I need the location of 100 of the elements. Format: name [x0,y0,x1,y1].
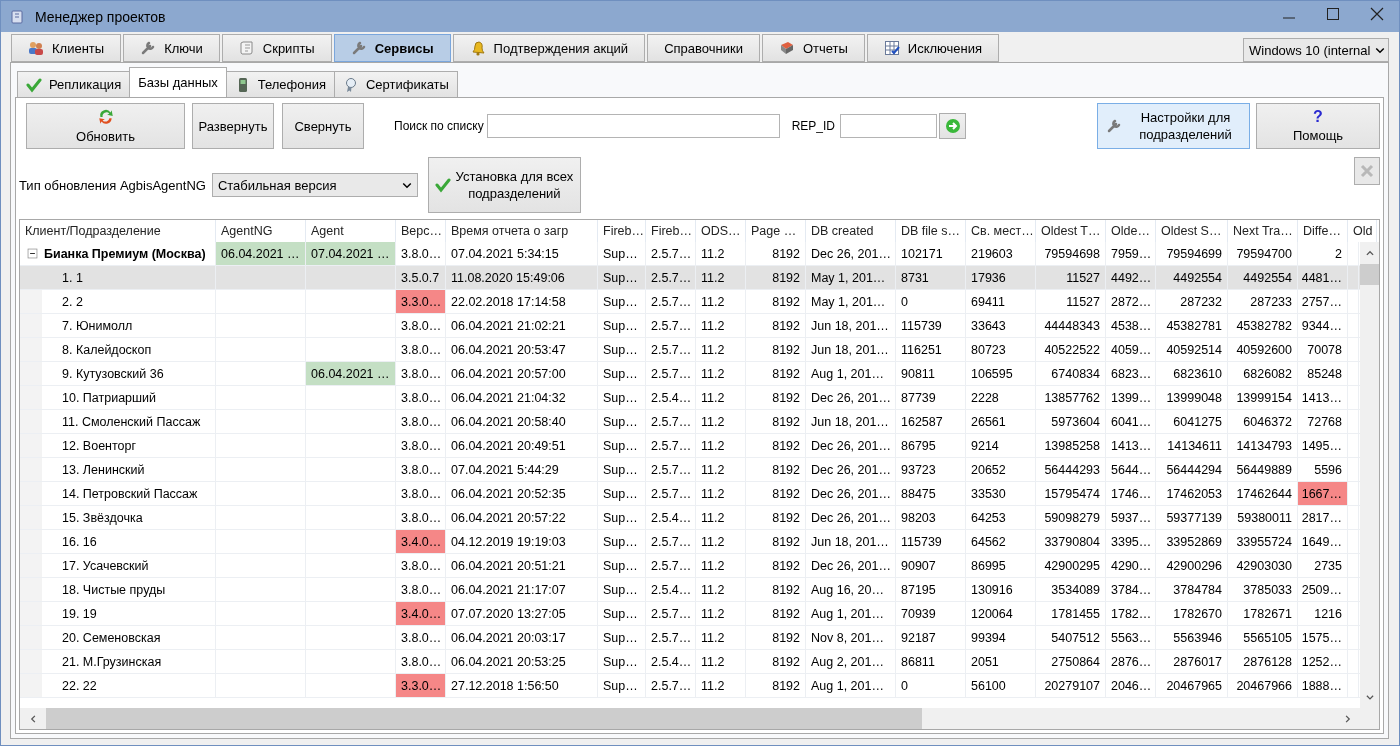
table-cell: Dec 26, 201… [806,482,896,505]
table-row[interactable]: 17. Усачевский 3.8.0… 06.04.2021 20:51:21 Sup… 2.5.7… 11.2 8192 Dec 26, 201… 90907 86995 42900295 4290… 42900296 42903030 2735 [20,554,1360,578]
table-cell: 3.3.0… [396,674,446,697]
rep-id-field[interactable] [840,114,938,138]
table-cell: 1399… [1106,386,1156,409]
vertical-scrollbar[interactable] [1360,242,1379,708]
table-cell: 5563… [1106,626,1156,649]
tab[interactable]: Отчеты [761,34,865,62]
table-cell: 79594700 [1228,242,1298,265]
horizontal-scrollbar[interactable] [20,708,1379,729]
table-row[interactable]: 11. Смоленский Пассаж 3.8.0… 06.04.2021 20:58:40 Sup… 2.5.7… 11.2 8192 Jun 18, 201… 162587 26561 5973604 6041… 6041275 6046372 72768 [20,410,1360,434]
table-row[interactable]: 20. Семеновская 3.8.0… 06.04.2021 20:03:17 Sup… 2.5.7… 11.2 8192 Nov 8, 201… 92187 99394 5407512 5563… 5563946 5565105 1575… [20,626,1360,650]
table-cell: 2.5.7… [646,410,696,433]
close-icon[interactable] [1369,5,1385,22]
table-cell: 4290… [1106,554,1156,577]
table-cell: 8192 [746,506,806,529]
system-dropdown[interactable]: Windows 10 (internal [1243,38,1389,62]
wrench-icon [140,40,157,56]
table-cell: 2.5.7… [646,338,696,361]
tab[interactable]: Скрипты [221,34,332,62]
search-field[interactable] [486,114,780,138]
table-row[interactable]: 19. 19 3.4.0… 07.07.2020 13:27:05 Sup… 2.5.7… 11.2 8192 Aug 1, 201… 70939 120064 1781455 1782… 1782670 1782671 1216 [20,602,1360,626]
table-cell: 2051 [966,650,1036,673]
install-all-button[interactable]: Установка для всех подразделений [427,157,581,213]
table-row[interactable]: 1. 1 3.5.0.7 11.08.2020 15:49:06 Sup… 2.5.7… 11.2 8192 May 1, 201… 8731 17936 11527 4492… 4492554 4492554 4481… [20,266,1360,290]
table-cell: 3.4.0… [396,530,446,553]
table-row[interactable]: 18. Чистые пруды 3.8.0… 06.04.2021 21:17:07 Sup… 2.5.4… 11.2 8192 Aug 16, 20… 87195 130916 3534089 3784… 3784784 3785033 2509… [20,578,1360,602]
table-cell: 3.8.0… [396,386,446,409]
table-cell: 8192 [746,242,806,265]
table-cell: 2.5.4… [646,506,696,529]
table-cell: 79594698 [1036,242,1106,265]
table-row[interactable]: 21. М.Грузинская 3.8.0… 06.04.2021 20:53:25 Sup… 2.5.4… 11.2 8192 Aug 2, 201… 86811 2051 2750864 2876… 2876017 2876128 1252… [20,650,1360,674]
tab[interactable]: Базы данных [129,67,227,97]
table-cell: 70939 [896,602,966,625]
unit-name: 7. Юнимолл [20,314,216,337]
table-cell: 6046372 [1228,410,1298,433]
table-cell: 8192 [746,458,806,481]
table-row[interactable]: 2. 2 3.3.0… 22.02.2018 17:14:58 Sup… 2.5.7… 11.2 8192 May 1, 201… 0 69411 11527 2872… 287232 287233 2757… [20,290,1360,314]
table-row[interactable]: 14. Петровский Пассаж 3.8.0… 06.04.2021 20:52:35 Sup… 2.5.7… 11.2 8192 Dec 26, 201… 88475 33530 15795474 1746… 17462053 17462644 1667… [20,482,1360,506]
tab[interactable]: Телефония [225,71,335,97]
table-cell: 1413… [1106,434,1156,457]
tab[interactable]: Репликация [17,71,131,97]
help-icon: ? [1313,109,1323,125]
table-cell: 2046… [1106,674,1156,697]
tab[interactable]: Справочники [647,34,760,62]
scrollbar-thumb[interactable] [46,708,922,729]
table-row[interactable]: 15. Звёздочка 3.8.0… 06.04.2021 20:57:22 Sup… 2.5.4… 11.2 8192 Dec 26, 201… 98203 64253 59098279 5937… 59377139 59380011 2817… [20,506,1360,530]
tree-toggle-icon[interactable] [27,248,38,259]
table-cell: 1782671 [1228,602,1298,625]
table-cell: 8731 [896,266,966,289]
table-cell: 2509… [1298,578,1348,601]
unit-settings-button[interactable]: Настройки для подразделений [1097,103,1250,149]
table-row[interactable]: 12. Военторг 3.8.0… 06.04.2021 20:49:51 Sup… 2.5.7… 11.2 8192 Dec 26, 201… 86795 9214 13985258 1413… 14134611 14134793 1495… [20,434,1360,458]
wrench-icon [350,40,367,56]
table-cell: 11.2 [696,314,746,337]
scrollbar-thumb[interactable] [1360,264,1379,285]
tab[interactable]: Ключи [123,34,220,62]
table-row[interactable]: 9. Кутузовский 36 06.04.2021 … 3.8.0… 06.04.2021 20:57:00 Sup… 2.5.7… 11.2 8192 Aug 1, 201… 90811 106595 6740834 6823… 6823610 6826082 85248 [20,362,1360,386]
table-cell: 42900295 [1036,554,1106,577]
table-cell: 33952869 [1156,530,1228,553]
table-cell: 5644… [1106,458,1156,481]
table-cell: 2 [1298,242,1348,265]
table-cell: Sup… [598,242,646,265]
tab[interactable]: Исключения [866,34,1000,62]
table-row[interactable]: 13. Ленинский 3.8.0… 07.04.2021 5:44:29 Sup… 2.5.7… 11.2 8192 Dec 26, 201… 93723 20652 56444293 5644… 56444294 56449889 5596 [20,458,1360,482]
table-cell: 11.2 [696,242,746,265]
table-cell: 8192 [746,650,806,673]
table-cell: 3.8.0… [396,626,446,649]
table-cell: 1649… [1298,530,1348,553]
table-cell: 2.5.7… [646,482,696,505]
table-cell: 2.5.4… [646,386,696,409]
table-row[interactable]: 16. 16 3.4.0… 04.12.2019 19:19:03 Sup… 2.5.7… 11.2 8192 Jun 18, 201… 115739 64562 33790804 3395… 33952869 33955724 1649… [20,530,1360,554]
table-cell: 92187 [896,626,966,649]
table-cell: 130916 [966,578,1036,601]
tab[interactable]: Подтверждения акций [452,34,646,62]
table-cell: Dec 26, 201… [806,554,896,577]
maximize-icon[interactable] [1325,5,1341,22]
collapse-button[interactable]: Свернуть [282,103,364,149]
table-cell: 80723 [966,338,1036,361]
table-cell: 2228 [966,386,1036,409]
update-type-label: Тип обновления AgbisAgentNG [19,177,206,193]
table-row[interactable]: Бианка Премиум (Москва) 06.04.2021 … 07.04.2021 … 3.8.0… 07.04.2021 5:34:15 Sup… 2.5.7… 11.2 8192 Dec 26, 201… 102171 219603 79594698 7959… 79594699 79594700 2 [20,242,1360,266]
tab[interactable]: Сервисы [333,34,451,62]
go-button[interactable] [939,113,967,139]
table-cell: 40522522 [1036,338,1106,361]
table-row[interactable]: 8. Калейдоскоп 3.8.0… 06.04.2021 20:53:47 Sup… 2.5.7… 11.2 8192 Jun 18, 201… 116251 80723 40522522 4059… 40592514 40592600 70078 [20,338,1360,362]
table-row[interactable]: 7. Юнимолл 3.8.0… 06.04.2021 21:02:21 Sup… 2.5.7… 11.2 8192 Jun 18, 201… 115739 33643 44448343 4538… 45382781 45382782 9344… [20,314,1360,338]
update-type-dropdown[interactable]: Стабильная версия [211,173,418,197]
refresh-icon [96,108,115,126]
tab[interactable]: Сертификаты [333,71,458,97]
tab[interactable]: Клиенты [11,34,122,62]
table-row[interactable]: 22. 22 3.3.0… 27.12.2018 1:56:50 Sup… 2.5.7… 11.2 8192 Aug 1, 201… 0 56100 20279107 2046… 20467965 20467966 1888… [20,674,1360,698]
table-cell: 2757… [1298,290,1348,313]
help-button[interactable]: ? Помощь [1256,103,1380,149]
table-cell: 116251 [896,338,966,361]
table-row[interactable]: 10. Патриарший 3.8.0… 06.04.2021 21:04:32 Sup… 2.5.4… 11.2 8192 Dec 26, 201… 87739 2228 13857762 1399… 13999048 13999154 1413… [20,386,1360,410]
refresh-button[interactable]: Обновить [26,103,185,149]
expand-button[interactable]: Развернуть [192,103,274,149]
table-cell: 04.12.2019 19:19:03 [446,530,598,553]
table-cell: 64253 [966,506,1036,529]
